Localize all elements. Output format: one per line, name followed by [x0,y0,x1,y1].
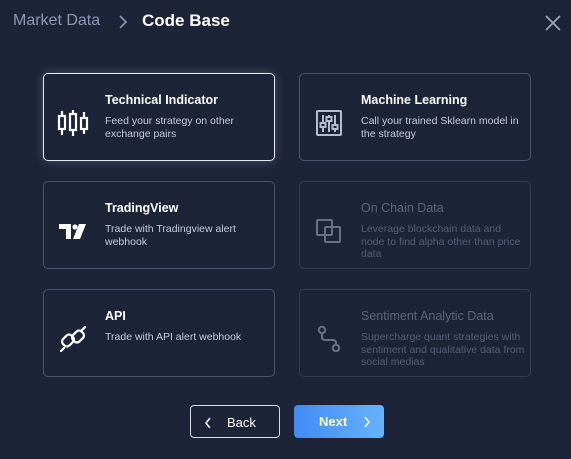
card-title: TradingView [105,201,179,215]
chevron-right-icon [119,15,128,29]
card-on-chain-data: On Chain Data Leverage blockchain data a… [299,181,531,269]
card-machine-learning[interactable]: Machine Learning Call your trained Sklea… [299,73,531,161]
overlapping-squares-icon [316,219,341,243]
tradingview-logo-icon [59,224,86,239]
card-api[interactable]: API Trade with API alert webhook [43,289,275,377]
card-technical-indicator[interactable]: Technical Indicator Feed your strategy o… [43,73,275,161]
card-description: Trade with API alert webhook [105,331,242,343]
sliders-icon [316,110,342,136]
card-description: Leverage blockchain data and node to fin… [361,223,521,260]
card-title: On Chain Data [361,201,444,215]
link-icon [59,325,87,353]
card-title: Machine Learning [361,93,468,107]
next-button[interactable]: Next [294,405,384,438]
card-description: Feed your strategy on other exchange pai… [105,115,234,140]
card-description: Call your trained Sklearn model in the s… [361,115,519,140]
back-button[interactable]: Back [190,405,280,438]
card-description: Trade with Tradingview alert webhook [105,223,236,248]
chevron-right-icon [364,416,370,428]
next-button-label: Next [319,414,348,429]
candlestick-icon [57,110,89,136]
card-tradingview[interactable]: TradingView Trade with Tradingview alert… [43,181,275,269]
back-button-label: Back [227,415,256,430]
path-icon [317,325,341,353]
card-title: API [105,309,126,323]
close-icon[interactable] [543,13,563,33]
page-title: Code Base [142,11,230,30]
header: Market Data Code Base [0,0,571,46]
card-title: Sentiment Analytic Data [361,309,494,323]
chevron-left-icon [205,417,211,429]
breadcrumb-previous[interactable]: Market Data [13,12,100,30]
card-title: Technical Indicator [105,93,218,107]
card-description: Supercharge quant strategies with sentim… [361,331,525,368]
card-sentiment-analytic-data: Sentiment Analytic Data Supercharge quan… [299,289,531,377]
